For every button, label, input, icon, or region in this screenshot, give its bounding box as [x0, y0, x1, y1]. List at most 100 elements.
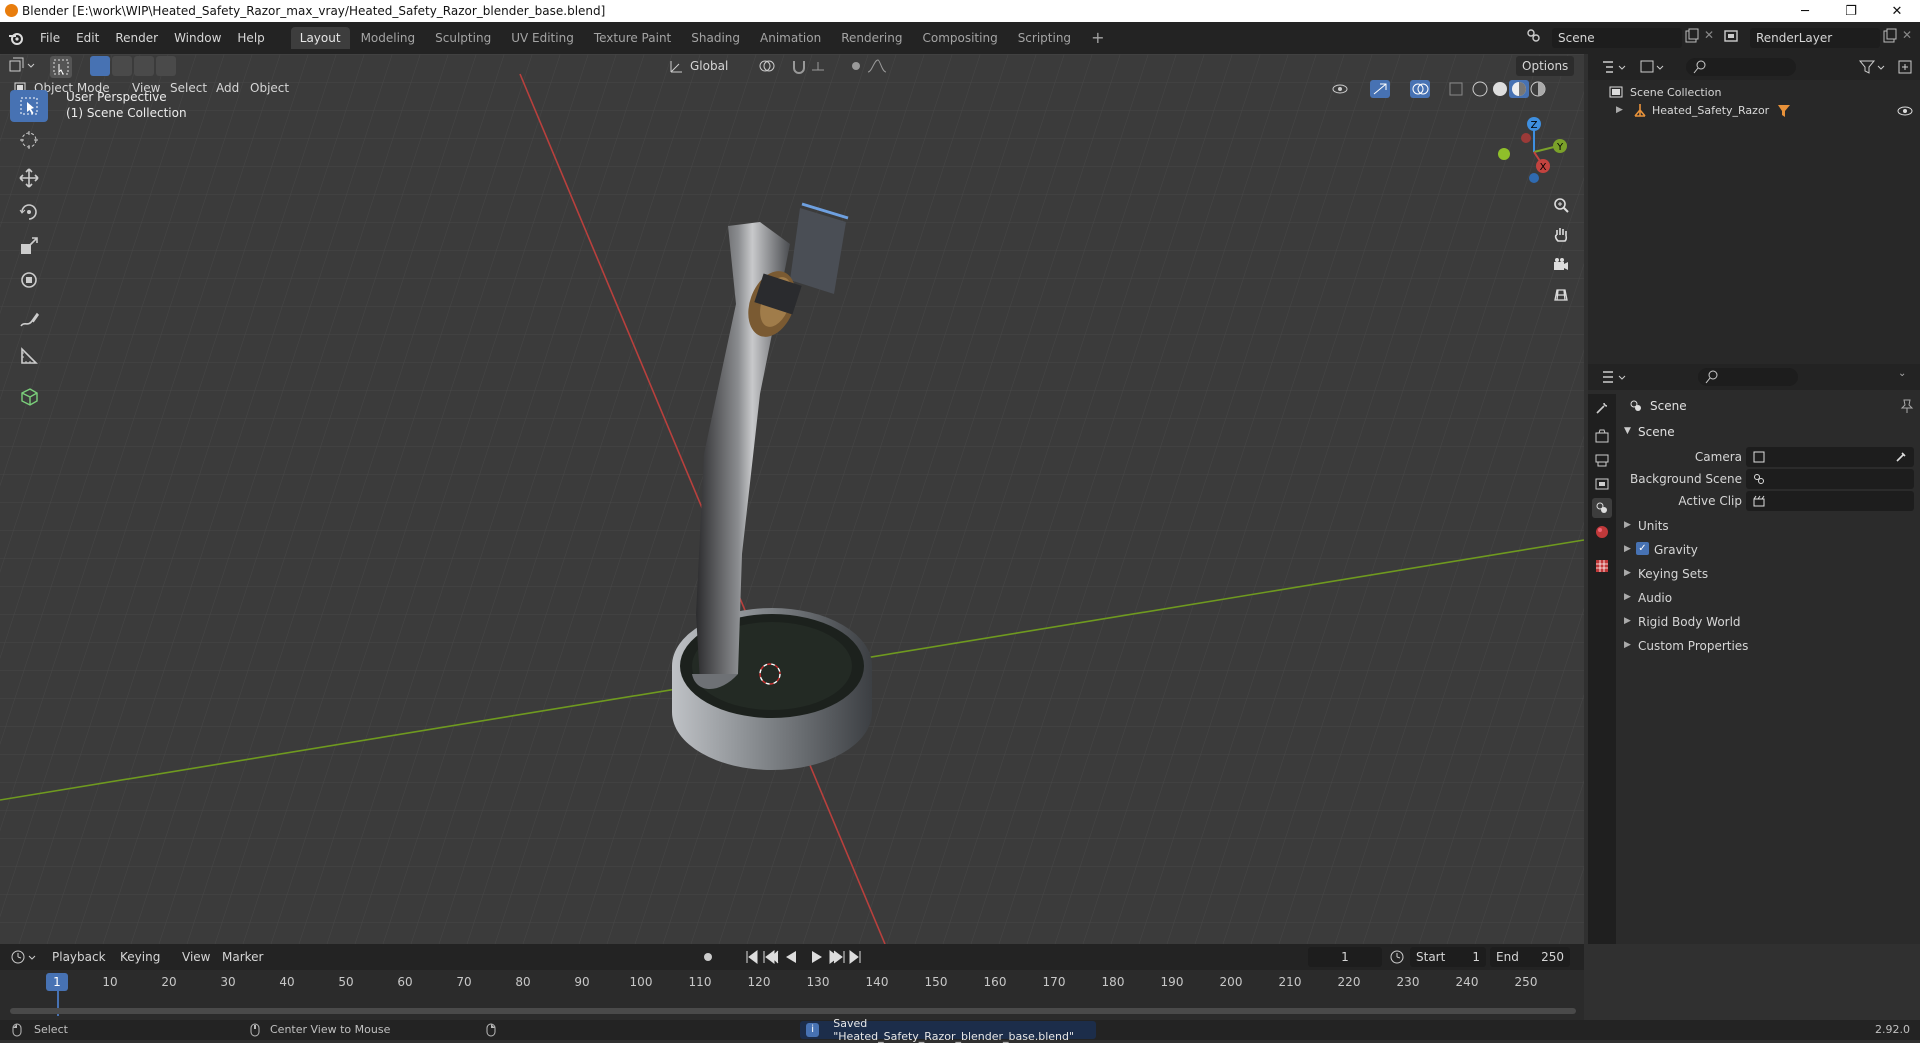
tab-sculpting[interactable]: Sculpting: [426, 27, 500, 49]
tool-tab-icon[interactable]: [1592, 398, 1612, 418]
custom-properties-panel[interactable]: Custom Properties: [1638, 636, 1748, 656]
save-notification[interactable]: i Saved "Heated_Safety_Razor_blender_bas…: [800, 1017, 1096, 1043]
active-clip-field[interactable]: [1746, 491, 1914, 511]
navigation-gizmo[interactable]: Z Y X: [1486, 108, 1572, 194]
delete-view-layer-icon[interactable]: ✕: [1902, 28, 1918, 48]
properties-search-input[interactable]: [1698, 368, 1798, 386]
scene-icon[interactable]: [1524, 27, 1548, 47]
menu-edit[interactable]: Edit: [68, 27, 107, 49]
snap-icon[interactable]: [790, 56, 840, 76]
new-view-layer-icon[interactable]: [1882, 28, 1902, 48]
properties-editor-type-icon[interactable]: [1600, 368, 1632, 386]
scale-tool[interactable]: [10, 230, 48, 262]
3d-viewport[interactable]: Global Options Object Mode View Select A…: [0, 54, 1584, 944]
outliner-item-heated-safety-razor[interactable]: Heated_Safety_Razor: [1652, 102, 1769, 120]
move-tool[interactable]: [10, 162, 48, 194]
tab-scripting[interactable]: Scripting: [1009, 27, 1080, 49]
close-button[interactable]: ✕: [1874, 0, 1920, 22]
rigid-body-world-panel[interactable]: Rigid Body World: [1638, 612, 1741, 632]
pivot-point-icon[interactable]: [756, 56, 786, 76]
viewport-shading-controls[interactable]: [1330, 78, 1580, 100]
zoom-icon[interactable]: [1548, 192, 1574, 218]
gravity-panel[interactable]: Gravity: [1654, 540, 1698, 560]
scene-panel-expand-icon[interactable]: ▼: [1624, 426, 1631, 436]
display-mode-icon[interactable]: [1638, 58, 1670, 76]
annotate-tool[interactable]: [10, 304, 48, 336]
timeline-editor-type-icon[interactable]: [10, 948, 42, 966]
viewport-menu-add[interactable]: Add: [210, 78, 245, 98]
tab-layout[interactable]: Layout: [290, 27, 350, 49]
selection-mode-buttons[interactable]: [90, 56, 180, 78]
auto-keying-icon[interactable]: [700, 948, 720, 966]
add-cube-tool[interactable]: [10, 380, 48, 412]
keying-sets-panel[interactable]: Keying Sets: [1638, 564, 1708, 584]
tab-uv-editing[interactable]: UV Editing: [502, 27, 583, 49]
transform-orientation-dropdown[interactable]: Global: [684, 56, 742, 76]
tab-texture-paint[interactable]: Texture Paint: [585, 27, 680, 49]
gravity-expand-icon[interactable]: ▶: [1624, 544, 1631, 554]
select-box-tool[interactable]: [10, 90, 48, 122]
timeline-ruler[interactable]: 1 10 20 30 40 50 60 70 80 90 100 110 120…: [0, 972, 1584, 1016]
maximize-button[interactable]: ❐: [1828, 0, 1874, 22]
tab-shading[interactable]: Shading: [682, 27, 749, 49]
properties-options-chevron-icon[interactable]: ⌄: [1898, 368, 1906, 379]
units-expand-icon[interactable]: ▶: [1624, 520, 1631, 530]
camera-field[interactable]: [1746, 447, 1914, 467]
viewport-menu-object[interactable]: Object: [244, 78, 295, 98]
pan-hand-icon[interactable]: [1548, 222, 1574, 248]
start-frame-field[interactable]: Start 1: [1410, 947, 1486, 967]
expand-arrow-icon[interactable]: ▶: [1616, 105, 1623, 115]
rigid-body-world-expand-icon[interactable]: ▶: [1624, 616, 1631, 626]
timeline-menu-playback[interactable]: Playback: [46, 947, 112, 967]
timeline-scrollbar[interactable]: [10, 1008, 1576, 1014]
add-workspace-button[interactable]: +: [1082, 27, 1113, 49]
tab-animation[interactable]: Animation: [751, 27, 830, 49]
tab-rendering[interactable]: Rendering: [832, 27, 911, 49]
transform-tool[interactable]: [10, 264, 48, 296]
viewport-scene[interactable]: [0, 54, 1584, 944]
minimize-button[interactable]: ─: [1782, 0, 1828, 22]
tab-modeling[interactable]: Modeling: [352, 27, 425, 49]
options-dropdown[interactable]: Options: [1516, 56, 1575, 76]
new-collection-icon[interactable]: [1896, 58, 1916, 76]
background-scene-field[interactable]: [1746, 469, 1914, 489]
new-scene-icon[interactable]: [1684, 28, 1704, 48]
eye-visibility-icon[interactable]: [1896, 102, 1914, 120]
renderlayer-selector[interactable]: RenderLayer: [1750, 28, 1880, 48]
custom-properties-expand-icon[interactable]: ▶: [1624, 640, 1631, 650]
end-frame-field[interactable]: End 250: [1490, 947, 1570, 967]
scene-selector[interactable]: Scene: [1552, 28, 1682, 48]
menu-render[interactable]: Render: [107, 27, 166, 49]
render-tab-icon[interactable]: [1592, 426, 1612, 446]
filter-icon[interactable]: [1858, 58, 1888, 76]
keying-sets-expand-icon[interactable]: ▶: [1624, 568, 1631, 578]
rotate-tool[interactable]: [10, 196, 48, 228]
scene-collection-label[interactable]: Scene Collection: [1630, 84, 1721, 102]
blender-menu-icon[interactable]: [0, 27, 32, 49]
audio-expand-icon[interactable]: ▶: [1624, 592, 1631, 602]
playback-controls[interactable]: [744, 948, 864, 966]
viewport-menu-select[interactable]: Select: [164, 78, 213, 98]
outliner-editor-type-icon[interactable]: [1600, 58, 1632, 76]
delete-scene-icon[interactable]: ✕: [1704, 28, 1720, 48]
menu-window[interactable]: Window: [166, 27, 229, 49]
pin-icon[interactable]: [1900, 398, 1914, 414]
audio-panel[interactable]: Audio: [1638, 588, 1672, 608]
preview-range-clock-icon[interactable]: [1388, 948, 1406, 966]
scene-panel-title[interactable]: Scene: [1638, 422, 1675, 442]
menu-help[interactable]: Help: [229, 27, 272, 49]
camera-view-icon[interactable]: [1548, 252, 1574, 278]
select-tool-mode-icon[interactable]: [50, 56, 72, 78]
orthographic-toggle-icon[interactable]: [1548, 282, 1574, 308]
editor-type-icon[interactable]: [8, 56, 40, 78]
cursor-tool[interactable]: [10, 124, 48, 156]
texture-tab-icon[interactable]: [1592, 556, 1612, 576]
timeline-menu-keying[interactable]: Keying: [114, 947, 166, 967]
timeline-menu-marker[interactable]: Marker: [216, 947, 269, 967]
current-frame-field[interactable]: 1: [1308, 947, 1382, 967]
timeline-menu-view[interactable]: View: [176, 947, 216, 967]
tab-compositing[interactable]: Compositing: [913, 27, 1006, 49]
gravity-checkbox[interactable]: ✓: [1636, 542, 1649, 555]
world-tab-icon[interactable]: [1592, 522, 1612, 542]
units-panel[interactable]: Units: [1638, 516, 1669, 536]
